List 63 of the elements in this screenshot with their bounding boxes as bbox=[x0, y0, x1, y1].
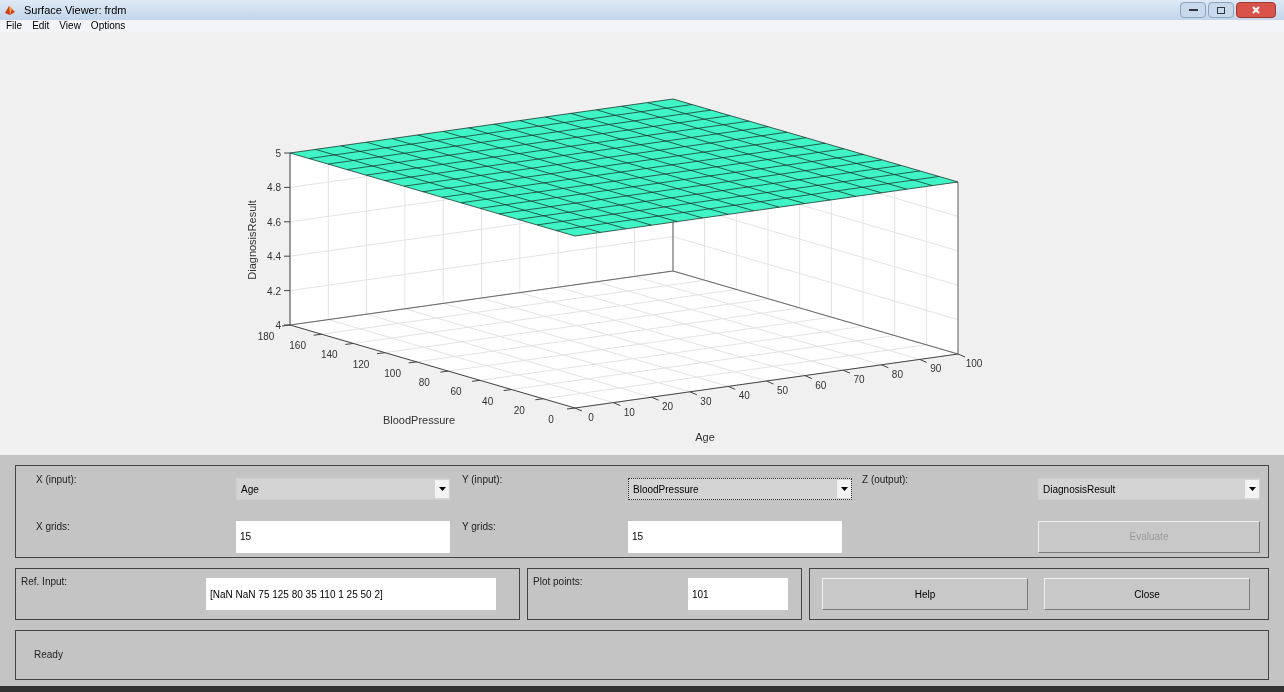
field-label: Plot points: bbox=[533, 575, 584, 589]
caret-icon bbox=[435, 480, 449, 498]
tick-label: 5 bbox=[275, 148, 281, 159]
dropdown-value: DiagnosisResult bbox=[1042, 482, 1117, 497]
tick-label: 4.8 bbox=[267, 182, 281, 194]
axis-label: Age bbox=[695, 431, 715, 443]
field-label: X (input): bbox=[36, 473, 78, 487]
push-button[interactable]: Close bbox=[1044, 578, 1250, 610]
tick-label: 4 bbox=[275, 320, 281, 331]
tick-label: 180 bbox=[257, 331, 275, 342]
tick-label: 90 bbox=[930, 363, 942, 375]
tick-label: 80 bbox=[418, 377, 430, 389]
menu-item[interactable]: Options bbox=[90, 20, 126, 32]
input-field[interactable]: [NaN NaN 75 125 80 35 110 1 25 50 2] bbox=[206, 578, 496, 610]
field-label: Z (output): bbox=[861, 473, 910, 487]
tick-label: 30 bbox=[700, 395, 712, 407]
tick-label: 70 bbox=[853, 374, 865, 386]
tick-label: 4.4 bbox=[267, 251, 281, 263]
tick-label: 60 bbox=[815, 379, 827, 391]
tick-label: 4.6 bbox=[267, 216, 281, 228]
menu-item[interactable]: File bbox=[6, 20, 23, 32]
tick-label: 100 bbox=[384, 367, 401, 379]
tick-label: 100 bbox=[965, 358, 983, 369]
caret-icon bbox=[1245, 480, 1259, 498]
dropdown[interactable]: BloodPressure bbox=[628, 478, 852, 500]
field-label: Y (input): bbox=[461, 473, 504, 487]
close-icon bbox=[1252, 6, 1260, 14]
dropdown[interactable]: DiagnosisResult bbox=[1038, 478, 1260, 500]
tick-label: 0 bbox=[588, 412, 594, 423]
push-button[interactable]: Help bbox=[822, 578, 1028, 610]
tick-label: 140 bbox=[321, 349, 338, 361]
tick-label: 4.2 bbox=[267, 285, 281, 297]
status-text: Ready bbox=[34, 649, 63, 660]
menu-item[interactable]: View bbox=[59, 20, 81, 32]
field-label: Y grids: bbox=[461, 519, 497, 534]
menu-item[interactable]: Edit bbox=[32, 20, 50, 32]
dropdown-value: BloodPressure bbox=[632, 482, 700, 497]
restore-button[interactable] bbox=[1208, 2, 1234, 18]
window-title: Surface Viewer: frdm bbox=[24, 2, 127, 18]
app-logo-icon bbox=[4, 4, 16, 16]
axis-label: DiagnosisResult bbox=[246, 200, 258, 280]
input-field[interactable]: 101 bbox=[688, 578, 788, 610]
tick-label: 20 bbox=[513, 404, 525, 416]
minimize-button[interactable] bbox=[1180, 2, 1206, 18]
tick-label: 80 bbox=[891, 368, 903, 380]
field-label: Ref. Input: bbox=[21, 575, 69, 589]
tick-label: 20 bbox=[662, 401, 674, 413]
axis-label: BloodPressure bbox=[382, 414, 456, 426]
input-field[interactable]: 15 bbox=[628, 520, 842, 553]
tick-label: 10 bbox=[623, 406, 635, 418]
tick-label: 0 bbox=[548, 414, 554, 425]
close-button[interactable] bbox=[1236, 2, 1276, 18]
dropdown-value: Age bbox=[240, 482, 260, 497]
tick-label: 40 bbox=[482, 395, 494, 407]
tick-label: 160 bbox=[289, 340, 306, 352]
tick-label: 40 bbox=[738, 390, 750, 402]
tick-label: 60 bbox=[450, 386, 462, 398]
tick-label: 120 bbox=[352, 358, 370, 370]
tick-label: 50 bbox=[776, 385, 789, 396]
input-field[interactable]: 15 bbox=[236, 520, 450, 553]
dropdown[interactable]: Age bbox=[236, 478, 450, 500]
caret-icon bbox=[837, 480, 851, 498]
field-label: X grids: bbox=[36, 519, 71, 534]
